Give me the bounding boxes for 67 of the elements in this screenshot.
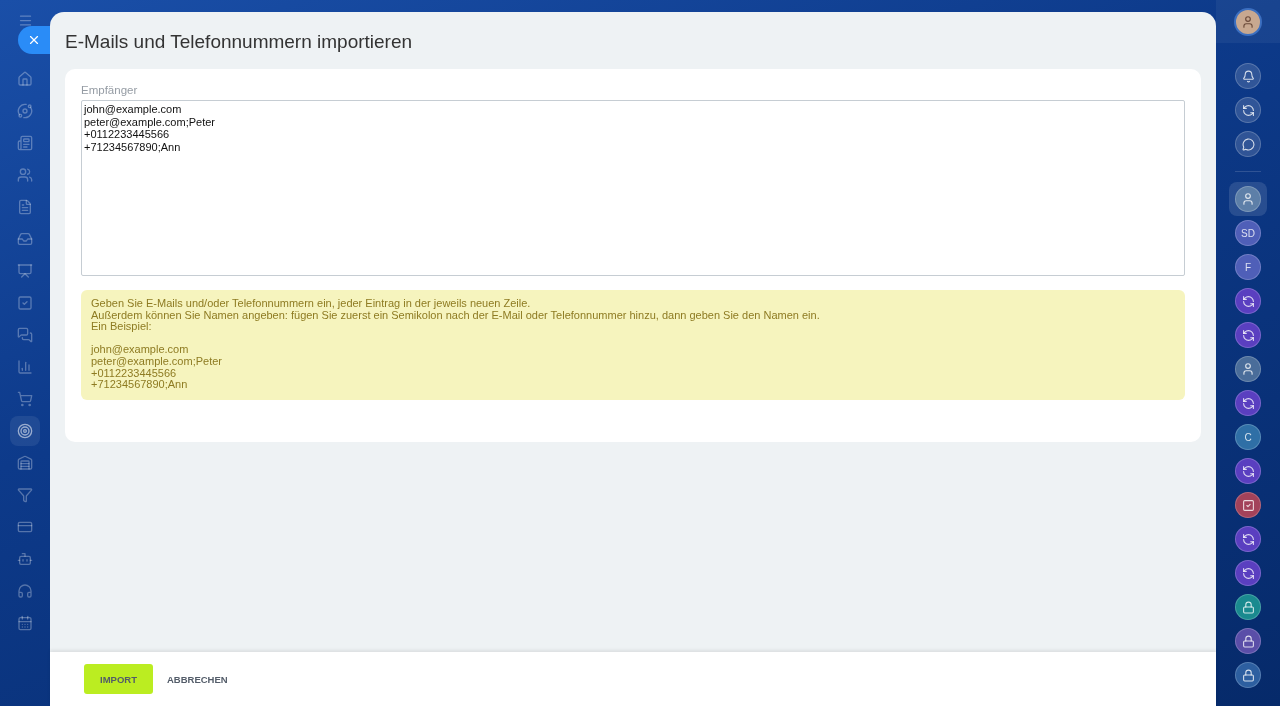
- card-icon: [17, 519, 33, 535]
- bar-chart-icon: [17, 359, 33, 375]
- chat-initials: C: [1244, 431, 1252, 443]
- chat-avatar[interactable]: [1235, 288, 1261, 314]
- chat-avatar[interactable]: [1235, 594, 1261, 620]
- inbox-icon: [17, 231, 33, 247]
- hint-text: Geben Sie E-Mails und/oder Telefonnummern ein, jeder Eintrag in der jeweils neuen Zeile. Außerdem können Sie Namen angeben: fügen Sie zuerst ein Semikolon nach der E-Mail oder Telefonnummer hinzu, dann geben Sie den Namen ein. Ein Beispiel:: [91, 298, 821, 333]
- checkbox-icon: [17, 295, 33, 311]
- chat-avatar[interactable]: [1235, 628, 1261, 654]
- chat-avatar[interactable]: [1235, 492, 1261, 518]
- person-icon: [1241, 192, 1255, 206]
- chat-avatar[interactable]: C: [1235, 424, 1261, 450]
- checkbox-icon: [1241, 498, 1255, 512]
- chat-icon: [1241, 137, 1255, 151]
- menu-icon[interactable]: [17, 12, 33, 28]
- chat-avatar[interactable]: [1235, 356, 1261, 382]
- swirl-icon: [1241, 396, 1255, 410]
- user-avatar[interactable]: [1234, 7, 1262, 36]
- cart-icon: [17, 391, 33, 407]
- swirl-icon: [1241, 464, 1255, 478]
- swirl-icon: [1241, 103, 1255, 117]
- chat-avatar[interactable]: SD: [1235, 220, 1261, 246]
- chat-avatar[interactable]: [1235, 526, 1261, 552]
- chat-avatar[interactable]: [1235, 390, 1261, 416]
- nav-item[interactable]: [10, 416, 40, 446]
- swirl-icon: [1241, 566, 1255, 580]
- chat-bubbles-icon: [17, 327, 33, 343]
- chat-initials: F: [1244, 261, 1252, 273]
- toolbar-button[interactable]: [1235, 131, 1261, 157]
- person-icon: [1241, 14, 1255, 29]
- presentation-icon: [17, 263, 33, 279]
- chat-avatar[interactable]: [1235, 560, 1261, 586]
- swirl-icon: [1241, 532, 1255, 546]
- target-icon: [17, 423, 33, 439]
- swirl-icon: [1241, 294, 1255, 308]
- close-button[interactable]: [18, 26, 50, 54]
- headset-icon: [17, 583, 33, 599]
- recipients-field[interactable]: john@example.com peter@example.com;Peter +0112233445566 +71234567890;Ann: [81, 100, 1185, 276]
- document-icon: [17, 199, 33, 215]
- toolbar-button[interactable]: [1235, 97, 1261, 123]
- home-icon: [17, 71, 33, 87]
- users-icon: [17, 167, 33, 183]
- chat-avatar[interactable]: F: [1235, 254, 1261, 280]
- newspaper-icon: [17, 135, 33, 151]
- bell-icon: [1241, 69, 1255, 83]
- toolbar-button[interactable]: [1235, 63, 1261, 89]
- orbit-icon: [17, 103, 33, 119]
- example-text: john@example.com peter@example.com;Peter +0112233445566 +71234567890;Ann: [91, 344, 223, 391]
- lock-icon: [1241, 668, 1255, 682]
- close-icon: [27, 33, 41, 47]
- chat-initials: SD: [1241, 227, 1255, 239]
- chat-avatar[interactable]: [1235, 662, 1261, 688]
- import-button[interactable]: IMPORT: [84, 664, 153, 694]
- field-label: Empfänger: [81, 84, 139, 96]
- swirl-icon: [1241, 328, 1255, 342]
- lock-icon: [1241, 600, 1255, 614]
- chat-avatar[interactable]: [1235, 458, 1261, 484]
- chat-avatar[interactable]: [1235, 322, 1261, 348]
- robot-icon: [17, 551, 33, 567]
- dialog-title: E-Mails und Telefonnummern importieren: [64, 30, 414, 54]
- person-icon: [1241, 362, 1255, 376]
- warehouse-icon: [17, 455, 33, 471]
- cancel-button[interactable]: ABBRECHEN: [156, 664, 238, 694]
- chat-avatar[interactable]: [1235, 186, 1261, 212]
- lock-icon: [1241, 634, 1255, 648]
- calendar-icon: [17, 615, 33, 631]
- filter-icon: [17, 487, 33, 503]
